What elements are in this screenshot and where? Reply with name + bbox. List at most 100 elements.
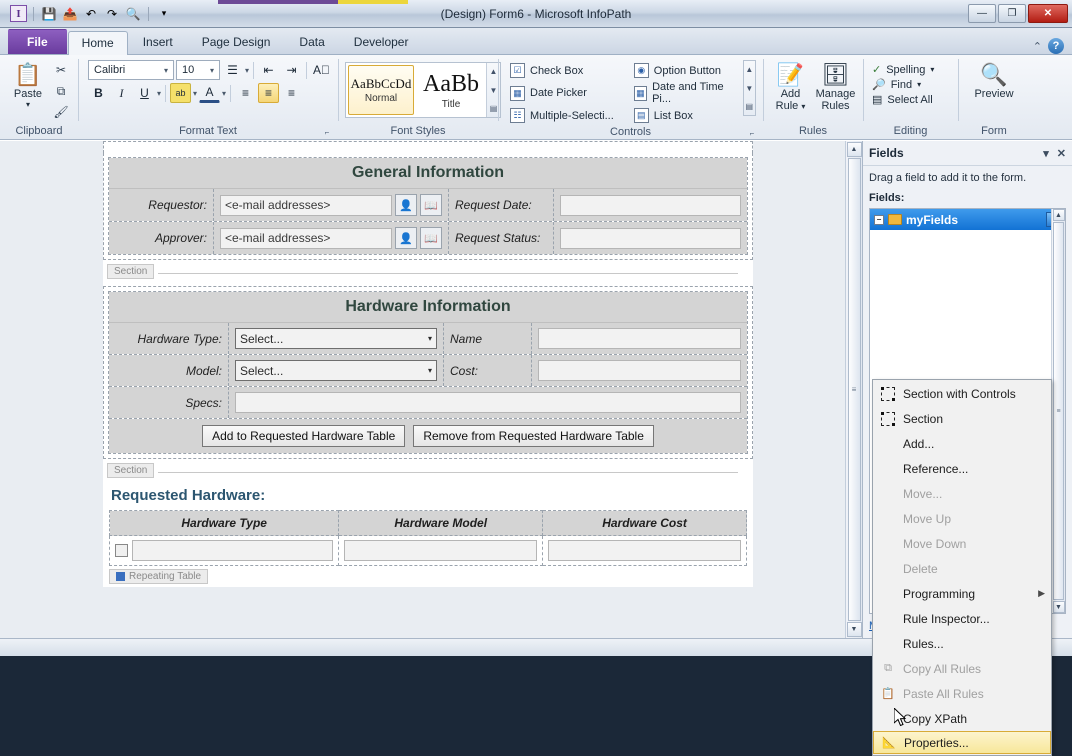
paste-dropdown-arrow[interactable]: ▾ (26, 100, 30, 109)
help-icon[interactable]: ? (1048, 38, 1064, 54)
repeating-table-tag[interactable]: Repeating Table (109, 569, 209, 584)
menu-item-section-with-controls[interactable]: Section with Controls (873, 381, 1051, 406)
paste-button[interactable]: 📋 Paste ▾ (7, 60, 49, 111)
add-to-requested-hardware-button[interactable]: Add to Requested Hardware Table (202, 425, 406, 447)
control-multiple-selection[interactable]: ☷ Multiple-Selecti... (507, 107, 617, 124)
row-selector-icon[interactable] (115, 544, 128, 557)
chevron-down-icon[interactable]: ▾ (207, 66, 217, 75)
underline-chevron-icon[interactable]: ▾ (157, 89, 161, 98)
control-date-picker[interactable]: ▦ Date Picker (507, 80, 617, 106)
format-painter-icon[interactable]: 🖌 (51, 102, 71, 122)
request-date-input[interactable] (560, 194, 741, 216)
scrollbar-thumb[interactable]: ≡ (847, 158, 861, 621)
find-button[interactable]: 🔎 Find ▾ (872, 78, 934, 92)
control-date-time-picker[interactable]: ▦ Date and Time Pi... (631, 80, 737, 106)
cut-icon[interactable]: ✂ (51, 60, 71, 80)
menu-item-programming[interactable]: Programming ▶ (873, 581, 1051, 606)
maximize-button[interactable]: ❐ (998, 4, 1026, 23)
tab-home[interactable]: Home (67, 31, 128, 55)
bullets-icon[interactable]: ☰ (222, 60, 243, 80)
style-normal[interactable]: AaBbCcDd Normal (348, 65, 414, 115)
pane-dropdown-icon[interactable]: ▾ (1043, 147, 1049, 160)
tree-scroll-up-icon[interactable]: ▲ (1052, 209, 1065, 221)
control-check-box[interactable]: ☑ Check Box (507, 62, 617, 79)
font-name-combo[interactable]: Calibri ▾ (88, 60, 174, 80)
preview-icon[interactable]: 🔍 (124, 5, 142, 23)
tab-insert[interactable]: Insert (129, 30, 187, 54)
highlight-icon[interactable]: ab (170, 83, 192, 103)
increase-indent-icon[interactable]: ⇥ (281, 60, 302, 80)
highlight-chevron-icon[interactable]: ▾ (193, 89, 197, 98)
clear-formatting-icon[interactable]: A⃠ (311, 60, 332, 80)
font-size-combo[interactable]: 10 ▾ (176, 60, 220, 80)
cell-hardware-type-input[interactable] (132, 540, 334, 561)
copy-icon[interactable]: ⧉ (51, 81, 71, 101)
model-dropdown[interactable]: Select... ▾ (235, 360, 437, 381)
menu-item-reference[interactable]: Reference... (873, 456, 1051, 481)
font-color-icon[interactable]: A (199, 83, 221, 103)
minimize-ribbon-icon[interactable]: ⌃ (1033, 40, 1042, 53)
redo-icon[interactable]: ↷ (103, 5, 121, 23)
preview-button[interactable]: 🔍 Preview (965, 60, 1023, 102)
request-status-input[interactable] (560, 227, 741, 249)
controls-scrollbar[interactable]: ▲ ▼ ▤ (742, 60, 756, 116)
cell-hardware-model-input[interactable] (344, 540, 538, 561)
controls-more-icon[interactable]: ▤ (744, 98, 755, 115)
spelling-dropdown-arrow[interactable]: ▾ (930, 65, 934, 74)
customize-qat-icon[interactable]: ▾ (155, 5, 173, 23)
hardware-type-dropdown[interactable]: Select... ▾ (235, 328, 437, 349)
chevron-down-icon[interactable]: ▾ (161, 66, 171, 75)
tab-page-design[interactable]: Page Design (188, 30, 285, 54)
section-tag-hardware[interactable]: Section (107, 463, 155, 478)
menu-item-add[interactable]: Add... (873, 431, 1051, 456)
chevron-down-icon[interactable]: ▾ (428, 334, 432, 343)
controls-dialog-launcher[interactable]: ⌐ (747, 129, 757, 139)
add-rule-dropdown-arrow[interactable]: ▾ (801, 102, 805, 111)
spelling-button[interactable]: ✓ Spelling ▾ (872, 63, 934, 77)
bold-icon[interactable]: B (88, 83, 109, 103)
menu-item-rule-inspector[interactable]: Rule Inspector... (873, 606, 1051, 631)
expander-icon[interactable]: − (874, 214, 884, 225)
canvas-vertical-scrollbar[interactable]: ▲ ≡ ▼ (845, 141, 862, 638)
find-dropdown-arrow[interactable]: ▾ (917, 80, 921, 89)
add-rule-button[interactable]: 📝 Add Rule ▾ (770, 60, 811, 114)
underline-icon[interactable]: U (134, 83, 155, 103)
menu-item-copy-xpath[interactable]: Copy XPath (873, 706, 1051, 731)
fields-tree-node-myfields[interactable]: − myFields ▾ (870, 209, 1065, 230)
save-icon[interactable]: 💾 (40, 5, 58, 23)
publish-icon[interactable]: 📤 (61, 5, 79, 23)
requestor-input[interactable]: <e-mail addresses> (220, 194, 392, 216)
menu-item-properties[interactable]: 📐 Properties... (873, 731, 1051, 754)
check-names-icon[interactable]: 👤 (395, 194, 417, 216)
control-list-box[interactable]: ▤ List Box (631, 107, 737, 124)
tree-scrollbar-thumb[interactable]: ≡ (1053, 222, 1064, 600)
section-tag-general[interactable]: Section (107, 264, 155, 279)
font-color-chevron-icon[interactable]: ▾ (222, 89, 226, 98)
close-button[interactable]: ✕ (1028, 4, 1068, 23)
scroll-up-icon[interactable]: ▲ (846, 142, 862, 157)
cell-hardware-cost-input[interactable] (548, 540, 741, 561)
italic-icon[interactable]: I (111, 83, 132, 103)
style-title[interactable]: AaBb Title (418, 65, 484, 115)
minimize-button[interactable]: — (968, 4, 996, 23)
control-option-button[interactable]: ◉ Option Button (631, 62, 737, 79)
manage-rules-button[interactable]: 🗄 Manage Rules (815, 60, 856, 114)
decrease-indent-icon[interactable]: ⇤ (258, 60, 279, 80)
remove-from-requested-hardware-button[interactable]: Remove from Requested Hardware Table (413, 425, 654, 447)
tab-file[interactable]: File (8, 29, 67, 54)
chevron-down-icon[interactable]: ▾ (428, 366, 432, 375)
tab-developer[interactable]: Developer (340, 30, 423, 54)
undo-icon[interactable]: ↶ (82, 5, 100, 23)
fields-tree-scrollbar[interactable]: ▲ ≡ ▼ (1051, 209, 1065, 613)
infopath-app-icon[interactable]: I (10, 5, 27, 22)
align-left-icon[interactable]: ≡ (235, 83, 256, 103)
approver-input[interactable]: <e-mail addresses> (220, 227, 392, 249)
tree-scroll-down-icon[interactable]: ▼ (1052, 601, 1065, 613)
align-right-icon[interactable]: ≡ (281, 83, 302, 103)
close-icon[interactable]: ✕ (1057, 147, 1066, 160)
align-center-icon[interactable]: ≡ (258, 83, 280, 103)
bullets-chevron-icon[interactable]: ▾ (245, 66, 249, 75)
address-book-icon[interactable]: 📖 (420, 227, 442, 249)
check-names-icon[interactable]: 👤 (395, 227, 417, 249)
controls-scroll-up-icon[interactable]: ▲ (744, 61, 755, 78)
